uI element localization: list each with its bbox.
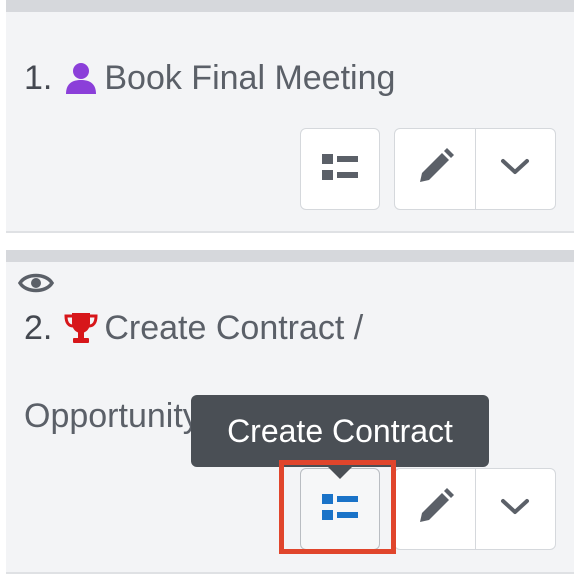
action-button-group (394, 468, 556, 550)
more-actions-button[interactable] (474, 129, 556, 209)
pencil-icon (416, 487, 454, 531)
page: 1. Book Final Meeting 2. Create Contract… (0, 0, 584, 574)
step-title-text: Book Final Meeting (104, 59, 396, 97)
eye-icon (17, 270, 55, 301)
edit-button[interactable] (395, 129, 475, 209)
details-button[interactable] (300, 468, 380, 550)
tooltip: Create Contract (191, 395, 489, 467)
pencil-icon (416, 147, 454, 191)
step-number: 1. (24, 59, 53, 97)
more-actions-button[interactable] (474, 469, 556, 549)
step-number: 2. (24, 309, 53, 347)
details-list-icon (320, 152, 360, 187)
step-card-1: 1. Book Final Meeting (6, 0, 574, 233)
step-title-2: 2. Create Contract / (24, 308, 363, 348)
action-button-group (394, 128, 556, 210)
trophy-icon (64, 311, 98, 345)
tooltip-arrow (328, 467, 352, 479)
chevron-down-icon (500, 157, 530, 182)
edit-button[interactable] (395, 469, 475, 549)
details-list-icon (320, 492, 360, 527)
chevron-down-icon (500, 497, 530, 522)
user-icon (64, 61, 98, 95)
step-title-text: Create Contract / (104, 309, 364, 347)
step-title-line-2: Opportunity (24, 397, 194, 435)
step-title-1: 1. Book Final Meeting (24, 58, 395, 98)
details-button[interactable] (300, 128, 380, 210)
